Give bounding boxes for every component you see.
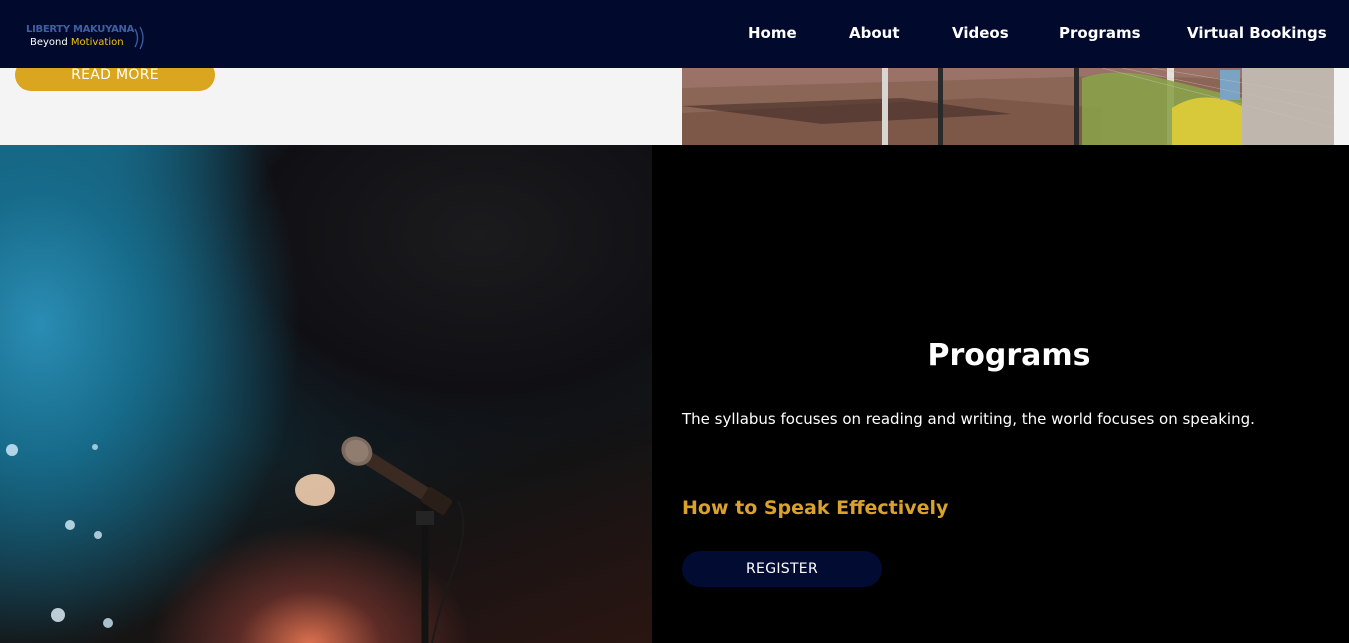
microphone-art: [6, 436, 465, 643]
nav-virtual-bookings[interactable]: Virtual Bookings: [1187, 24, 1327, 42]
logo-name: LIBERTY MAKUYANA: [26, 24, 135, 35]
sound-waves-icon: [134, 26, 144, 50]
street-photo: [682, 68, 1334, 145]
site-header: LIBERTY MAKUYANA Beyond Motivation Home …: [0, 0, 1349, 68]
programs-description: The syllabus focuses on reading and writ…: [682, 410, 1255, 428]
microphone-photo: [0, 145, 652, 643]
logo-tagline-prefix: Beyond: [30, 37, 68, 48]
nav-about[interactable]: About: [849, 24, 900, 42]
nav-videos[interactable]: Videos: [952, 24, 1009, 42]
logo-tagline-accent: Motivation: [70, 37, 124, 48]
street-photo-art: [682, 68, 1334, 145]
previous-section-edge: [1334, 68, 1349, 145]
nav-home[interactable]: Home: [748, 24, 797, 42]
register-button[interactable]: REGISTER: [682, 551, 882, 587]
nav-programs[interactable]: Programs: [1059, 24, 1141, 42]
programs-heading: Programs: [927, 338, 1091, 373]
logo-tagline: Beyond Motivation: [30, 37, 124, 48]
course-title: How to Speak Effectively: [682, 497, 949, 519]
site-logo[interactable]: LIBERTY MAKUYANA Beyond Motivation: [26, 24, 156, 54]
